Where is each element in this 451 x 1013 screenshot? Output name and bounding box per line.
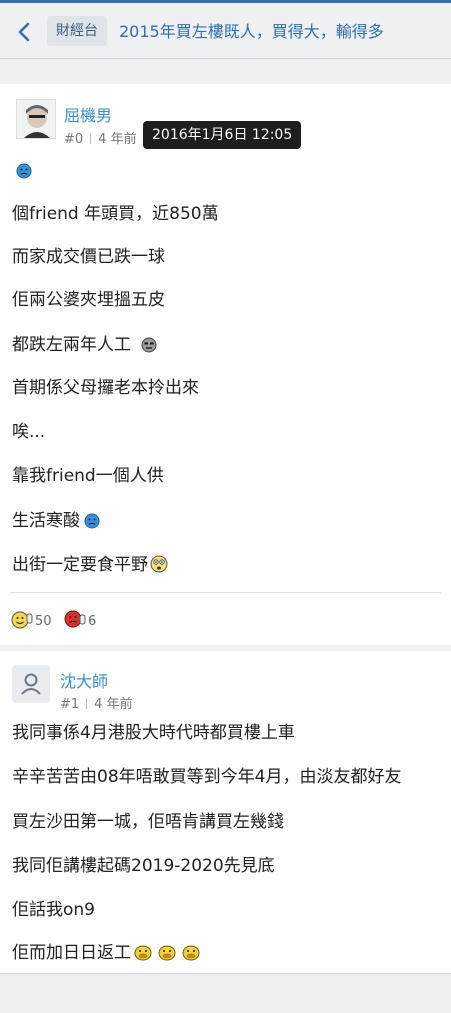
post-line: 生活寒酸: [12, 509, 100, 536]
duck-face-icon: [133, 943, 153, 968]
post-line: 靠我friend一個人供: [12, 466, 164, 486]
user-icon: [21, 673, 41, 695]
duck-face-icon: [157, 943, 177, 968]
post-meta: #1 4 年前: [60, 693, 133, 712]
sad-face-icon: [84, 512, 100, 536]
duck-face-icon: [181, 943, 201, 968]
thumbs-down-face-icon: [64, 610, 86, 628]
dislike-count: 6: [88, 614, 97, 629]
sad-face-icon: [16, 162, 32, 186]
post-line: 唉...: [12, 422, 46, 442]
post-line: 而家成交價已跌一球: [12, 247, 165, 267]
bottom-bar: [0, 973, 451, 1013]
post-card: 屈機男 #0 4 年前 2016年1月6日 12:05 個friend 年頭買，近…: [0, 84, 451, 645]
post-time[interactable]: 4 年前: [98, 132, 136, 147]
shocked-face-icon: [150, 555, 168, 580]
category-badge[interactable]: 財經台: [47, 16, 107, 46]
post-line: 個friend 年頭買，近850萬: [12, 204, 219, 224]
post-line: 買左沙田第一城，佢唔肯講買左幾錢: [12, 812, 284, 832]
post-line: 首期係父母攞老本拎出來: [12, 378, 199, 398]
post-index: #0: [64, 132, 84, 147]
post-line: 出街一定要食平野: [12, 553, 168, 580]
post-line: 辛辛苦苦由08年唔敢買等到今年4月，由淡友都好友: [12, 767, 402, 787]
post-meta: #0 4 年前: [64, 128, 137, 147]
avatar[interactable]: [16, 99, 56, 139]
thumbs-up-face-icon: [11, 611, 33, 629]
post-line: [12, 159, 32, 186]
back-icon[interactable]: [14, 19, 36, 45]
post-line: 佢兩公婆夾埋搵五皮: [12, 290, 165, 310]
grumpy-face-icon: [141, 336, 157, 360]
post-line: 佢而加日日返工: [12, 941, 201, 968]
like-count: 50: [35, 614, 52, 629]
post-card: 沈大師 #1 4 年前 我同事係4月港股大時代時都買樓上車 辛辛苦苦由08年唔敢買…: [0, 651, 451, 973]
author-name[interactable]: 沈大師: [60, 668, 108, 692]
thread-header: 財經台 2015年買左樓既人，買得大，輸得多: [0, 3, 451, 59]
post-line: 我同事係4月港股大時代時都買樓上車: [12, 723, 295, 743]
author-name[interactable]: 屈機男: [64, 102, 112, 126]
reactions-divider: [10, 592, 441, 593]
post-time[interactable]: 4 年前: [94, 697, 132, 712]
post-index: #1: [60, 697, 80, 712]
timestamp-tooltip: 2016年1月6日 12:05: [143, 121, 302, 149]
post-line: 我同佢講樓起碼2019-2020先見底: [12, 856, 275, 876]
meta-divider: [90, 133, 92, 144]
thread-title: 2015年買左樓既人，買得大，輸得多: [119, 22, 384, 41]
dislike-button[interactable]: 6: [64, 609, 96, 629]
meta-divider: [86, 698, 88, 709]
post-line: 佢話我on9: [12, 900, 95, 920]
post-line: 都跌左兩年人工: [12, 333, 157, 360]
avatar[interactable]: [12, 665, 50, 703]
like-button[interactable]: 50: [11, 609, 52, 629]
spacer: [0, 60, 451, 84]
